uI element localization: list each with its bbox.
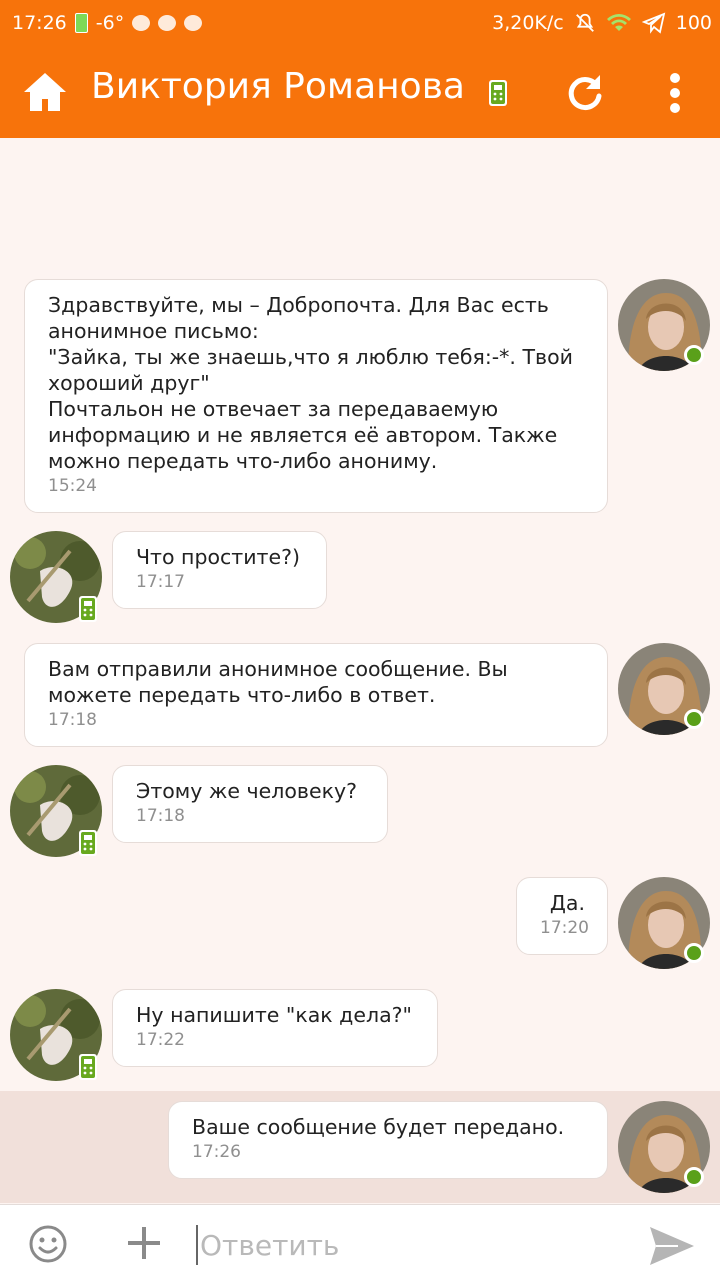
refresh-icon[interactable] — [564, 72, 606, 114]
message-text: Что простите?) — [136, 545, 300, 569]
online-status-icon — [684, 943, 704, 963]
mobile-icon — [79, 596, 97, 622]
status-time: 17:26 — [12, 12, 67, 34]
message-bubble[interactable]: Ну напишите "как дела?" 17:22 — [112, 989, 438, 1067]
contact-avatar[interactable] — [618, 643, 710, 735]
user-avatar[interactable] — [10, 765, 102, 857]
home-icon[interactable] — [22, 70, 68, 114]
message-text: Ну напишите "как дела?" — [136, 1003, 412, 1027]
message-bubble[interactable]: Вам отправили анонимное сообщение. Вы мо… — [24, 643, 608, 747]
status-bar: 17:26 -6° 3,20K/c 100 — [0, 0, 720, 48]
message-bubble[interactable]: Что простите?) 17:17 — [112, 531, 327, 609]
message-time: 17:22 — [136, 1030, 185, 1050]
message-time: 17:18 — [136, 806, 185, 826]
message-text: Вам отправили анонимное сообщение. Вы мо… — [48, 657, 515, 707]
telegram-icon — [641, 12, 665, 34]
reply-input[interactable] — [196, 1225, 616, 1265]
wifi-icon — [606, 14, 631, 31]
message-time: 17:18 — [48, 710, 97, 730]
message-text: Здравствуйте, мы – Добропочта. Для Вас е… — [48, 293, 573, 473]
mobile-icon — [79, 830, 97, 856]
message-text: Да. — [549, 891, 585, 915]
more-vert-icon[interactable] — [664, 72, 686, 114]
send-icon[interactable] — [648, 1225, 696, 1267]
user-avatar[interactable] — [10, 989, 102, 1081]
online-status-icon — [684, 709, 704, 729]
emoji-icon[interactable] — [28, 1224, 68, 1264]
user-avatar[interactable] — [10, 531, 102, 623]
contact-avatar[interactable] — [618, 1101, 710, 1193]
status-temperature: -6° — [95, 12, 125, 34]
app-bar: Виктория Романова — [0, 48, 720, 138]
chat-title[interactable]: Виктория Романова — [91, 66, 465, 107]
composer-bar — [0, 1204, 720, 1280]
message-bubble[interactable]: Здравствуйте, мы – Добропочта. Для Вас е… — [24, 279, 608, 513]
mute-icon — [575, 13, 594, 32]
message-time: 15:24 — [48, 476, 97, 496]
battery-small-icon — [74, 13, 88, 33]
message-text: Ваше сообщение будет передано. — [192, 1115, 565, 1139]
message-bubble[interactable]: Да. 17:20 — [516, 877, 608, 955]
message-time: 17:20 — [540, 918, 589, 938]
contact-avatar[interactable] — [618, 279, 710, 371]
status-right: 3,20K/c 100 — [492, 12, 712, 34]
online-status-icon — [684, 1167, 704, 1187]
message-time: 17:17 — [136, 572, 185, 592]
message-bubble[interactable]: Этому же человеку? 17:18 — [112, 765, 388, 843]
status-battery: 100 — [675, 12, 712, 34]
message-text: Этому же человеку? — [136, 779, 357, 803]
online-status-icon — [684, 345, 704, 365]
contact-avatar[interactable] — [618, 877, 710, 969]
notification-icon — [132, 15, 151, 31]
notification-icon — [158, 15, 177, 31]
mobile-icon — [79, 1054, 97, 1080]
notification-icon — [184, 15, 203, 31]
message-bubble[interactable]: Ваше сообщение будет передано. 17:26 — [168, 1101, 608, 1179]
plus-icon[interactable] — [126, 1225, 162, 1261]
status-left: 17:26 -6° — [12, 12, 203, 34]
mobile-icon — [489, 80, 507, 106]
message-time: 17:26 — [192, 1142, 241, 1162]
status-net-speed: 3,20K/c — [492, 12, 564, 34]
